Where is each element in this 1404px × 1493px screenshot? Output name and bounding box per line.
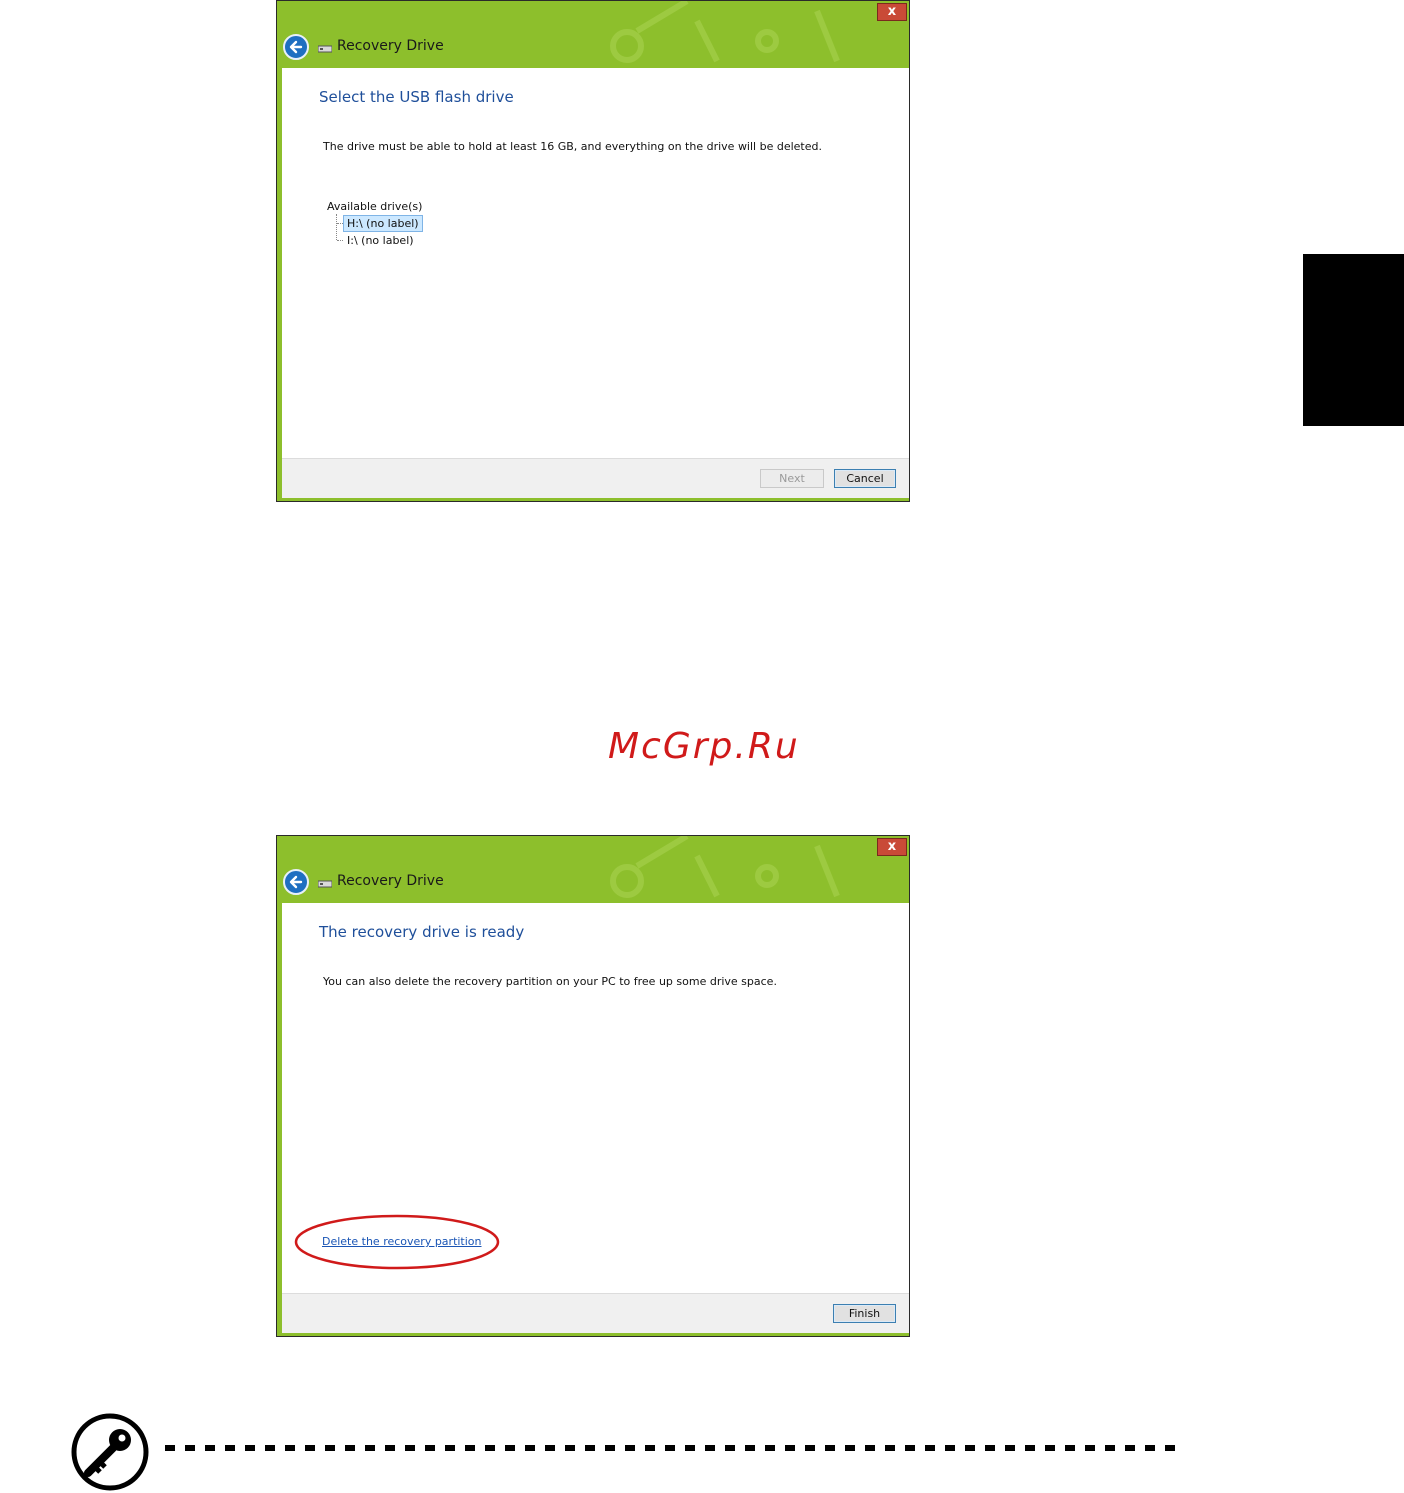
description-text: You can also delete the recovery partiti… — [323, 975, 777, 988]
window-title: Recovery Drive — [337, 38, 444, 54]
button-bar: Next Cancel — [282, 458, 909, 498]
window-title: Recovery Drive — [337, 873, 444, 889]
close-icon: x — [887, 4, 897, 19]
close-button[interactable]: x — [877, 3, 907, 21]
description-text: The drive must be able to hold at least … — [323, 140, 822, 153]
titlebar-background — [277, 836, 909, 902]
usb-drive-icon — [318, 880, 332, 888]
close-button[interactable]: x — [877, 838, 907, 856]
content-area: The recovery drive is ready You can also… — [282, 903, 909, 1293]
cancel-button[interactable]: Cancel — [834, 469, 896, 488]
titlebar-background — [277, 1, 909, 67]
button-bar: Finish — [282, 1293, 909, 1333]
chapter-side-tab — [1303, 254, 1404, 426]
back-arrow-icon — [289, 875, 303, 889]
finish-button[interactable]: Finish — [833, 1304, 896, 1323]
page-heading: The recovery drive is ready — [319, 923, 525, 941]
recovery-drive-window-select: x Recovery Drive Select the USB flash dr… — [276, 0, 910, 502]
tree-connector — [337, 240, 343, 241]
key-icon — [71, 1413, 149, 1491]
usb-drive-icon — [318, 45, 332, 53]
tree-connector — [336, 214, 337, 240]
recovery-drive-window-ready: x Recovery Drive The recovery drive is r… — [276, 835, 910, 1337]
watermark-text: McGrp.Ru — [608, 726, 800, 767]
next-button[interactable]: Next — [760, 469, 824, 488]
content-area: Select the USB flash drive The drive mus… — [282, 68, 909, 458]
back-button[interactable] — [283, 34, 309, 60]
page-heading: Select the USB flash drive — [319, 88, 514, 106]
available-drives-label: Available drive(s) — [327, 200, 423, 213]
back-arrow-icon — [289, 40, 303, 54]
drive-item-h[interactable]: H:\ (no label) — [343, 215, 423, 232]
drive-item-i[interactable]: I:\ (no label) — [344, 233, 417, 248]
close-icon: x — [887, 839, 897, 854]
dashed-separator — [165, 1445, 1185, 1451]
delete-recovery-partition-link[interactable]: Delete the recovery partition — [322, 1235, 482, 1248]
back-button[interactable] — [283, 869, 309, 895]
